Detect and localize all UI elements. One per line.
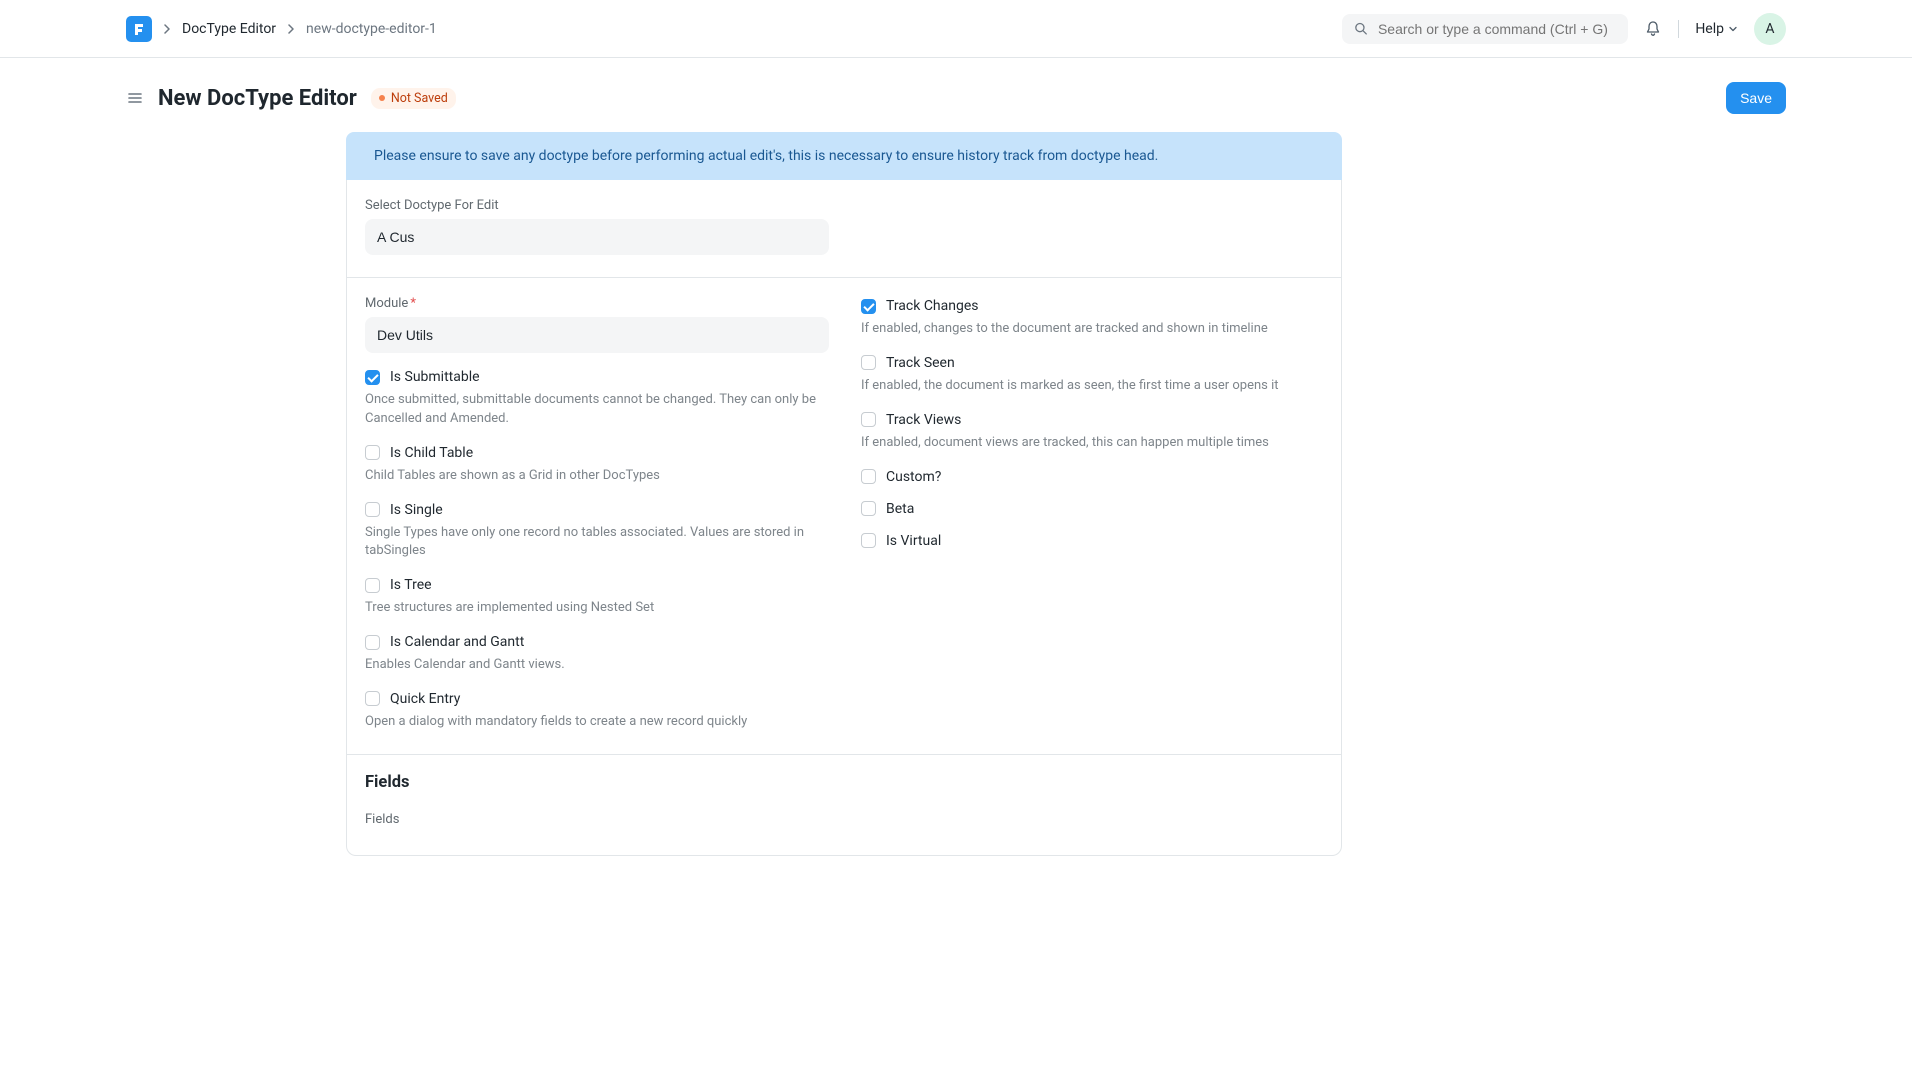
checkbox-is_child_table[interactable]: Is Child Table <box>365 445 829 461</box>
module-label-text: Module <box>365 296 408 311</box>
checkbox-input-is_calendar_gantt[interactable] <box>365 635 380 650</box>
checkbox-label-track_views: Track Views <box>886 412 961 428</box>
checkbox-track_seen[interactable]: Track Seen <box>861 355 1323 371</box>
checkbox-is_tree[interactable]: Is Tree <box>365 577 829 593</box>
help-text-track_changes: If enabled, changes to the document are … <box>861 320 1323 339</box>
section-fields: Fields Fields <box>347 755 1341 855</box>
checkbox-input-is_single[interactable] <box>365 502 380 517</box>
help-text-quick_entry: Open a dialog with mandatory fields to c… <box>365 713 829 732</box>
checkbox-is_virtual[interactable]: Is Virtual <box>861 533 1323 549</box>
breadcrumb: DocType Editor new-doctype-editor-1 <box>162 21 437 37</box>
checkbox-label-is_submittable: Is Submittable <box>390 369 480 385</box>
chevron-right-icon <box>162 24 172 34</box>
form-card: Select Doctype For Edit Module* Is Submi… <box>346 180 1342 856</box>
checkbox-custom[interactable]: Custom? <box>861 469 1323 485</box>
help-text-is_tree: Tree structures are implemented using Ne… <box>365 599 829 618</box>
breadcrumb-current: new-doctype-editor-1 <box>306 21 437 37</box>
checkbox-track_changes[interactable]: Track Changes <box>861 298 1323 314</box>
menu-icon <box>126 89 144 107</box>
navbar-right: Help A <box>1342 13 1896 45</box>
navbar-left: DocType Editor new-doctype-editor-1 <box>16 16 437 42</box>
checkbox-input-is_tree[interactable] <box>365 578 380 593</box>
chevron-down-icon <box>1728 24 1738 34</box>
checkbox-label-custom: Custom? <box>886 469 941 485</box>
info-banner: Please ensure to save any doctype before… <box>346 132 1342 180</box>
search-icon <box>1354 21 1368 36</box>
page-head-left: New DocType Editor Not Saved <box>126 86 456 111</box>
page-title: New DocType Editor <box>158 86 357 111</box>
navbar: DocType Editor new-doctype-editor-1 Help <box>0 0 1912 58</box>
required-asterisk: * <box>410 296 416 311</box>
checkbox-label-is_virtual: Is Virtual <box>886 533 941 549</box>
checkbox-input-track_changes[interactable] <box>861 299 876 314</box>
help-dropdown[interactable]: Help <box>1695 21 1738 37</box>
form-container: Please ensure to save any doctype before… <box>346 132 1342 856</box>
module-label: Module* <box>365 296 829 311</box>
select-doctype-input[interactable] <box>365 219 829 255</box>
user-avatar[interactable]: A <box>1754 13 1786 45</box>
checkbox-is_single[interactable]: Is Single <box>365 502 829 518</box>
checkbox-input-quick_entry[interactable] <box>365 691 380 706</box>
frappe-logo-icon <box>131 21 147 37</box>
fields-sublabel: Fields <box>365 812 1323 827</box>
status-badge: Not Saved <box>371 88 456 109</box>
checkbox-input-is_submittable[interactable] <box>365 370 380 385</box>
help-text-is_calendar_gantt: Enables Calendar and Gantt views. <box>365 656 829 675</box>
help-text-is_single: Single Types have only one record no tab… <box>365 524 829 562</box>
section-settings: Module* Is Submittable Once submitted, su… <box>347 278 1341 755</box>
fields-heading: Fields <box>365 773 1323 792</box>
checkbox-input-is_virtual[interactable] <box>861 533 876 548</box>
bell-icon <box>1644 20 1662 38</box>
settings-right-col: Track Changes If enabled, changes to the … <box>861 296 1323 732</box>
chevron-right-icon <box>286 24 296 34</box>
checkbox-input-track_seen[interactable] <box>861 355 876 370</box>
settings-left-col: Module* Is Submittable Once submitted, su… <box>365 296 829 732</box>
checkbox-quick_entry[interactable]: Quick Entry <box>365 691 829 707</box>
checkbox-label-is_single: Is Single <box>390 502 443 518</box>
app-logo[interactable] <box>126 16 152 42</box>
checkbox-input-track_views[interactable] <box>861 412 876 427</box>
divider <box>1678 20 1679 38</box>
help-text-is_child_table: Child Tables are shown as a Grid in othe… <box>365 467 829 486</box>
page-head: New DocType Editor Not Saved Save <box>16 58 1896 132</box>
checkbox-label-is_calendar_gantt: Is Calendar and Gantt <box>390 634 524 650</box>
notifications-button[interactable] <box>1644 20 1662 38</box>
checkbox-label-track_seen: Track Seen <box>886 355 955 371</box>
breadcrumb-root-link[interactable]: DocType Editor <box>182 21 276 37</box>
checkbox-label-track_changes: Track Changes <box>886 298 979 314</box>
search-input[interactable] <box>1378 21 1616 37</box>
checkbox-is_calendar_gantt[interactable]: Is Calendar and Gantt <box>365 634 829 650</box>
save-button[interactable]: Save <box>1726 82 1786 114</box>
select-doctype-label: Select Doctype For Edit <box>365 198 1323 213</box>
sidebar-toggle[interactable] <box>126 89 144 107</box>
search-box[interactable] <box>1342 14 1628 44</box>
checkbox-beta[interactable]: Beta <box>861 501 1323 517</box>
checkbox-label-is_child_table: Is Child Table <box>390 445 473 461</box>
section-select-doctype: Select Doctype For Edit <box>347 180 1341 278</box>
help-text-track_seen: If enabled, the document is marked as se… <box>861 377 1323 396</box>
help-label: Help <box>1695 21 1724 37</box>
checkbox-track_views[interactable]: Track Views <box>861 412 1323 428</box>
page-actions: Save <box>1726 82 1786 114</box>
checkbox-label-is_tree: Is Tree <box>390 577 432 593</box>
checkbox-label-quick_entry: Quick Entry <box>390 691 460 707</box>
page-body: New DocType Editor Not Saved Save Please… <box>0 58 1912 896</box>
checkbox-is_submittable[interactable]: Is Submittable <box>365 369 829 385</box>
help-text-is_submittable: Once submitted, submittable documents ca… <box>365 391 829 429</box>
checkbox-label-beta: Beta <box>886 501 914 517</box>
checkbox-input-custom[interactable] <box>861 469 876 484</box>
checkbox-input-is_child_table[interactable] <box>365 445 380 460</box>
help-text-track_views: If enabled, document views are tracked, … <box>861 434 1323 453</box>
settings-columns: Module* Is Submittable Once submitted, su… <box>365 296 1323 732</box>
checkbox-input-beta[interactable] <box>861 501 876 516</box>
module-input[interactable] <box>365 317 829 353</box>
